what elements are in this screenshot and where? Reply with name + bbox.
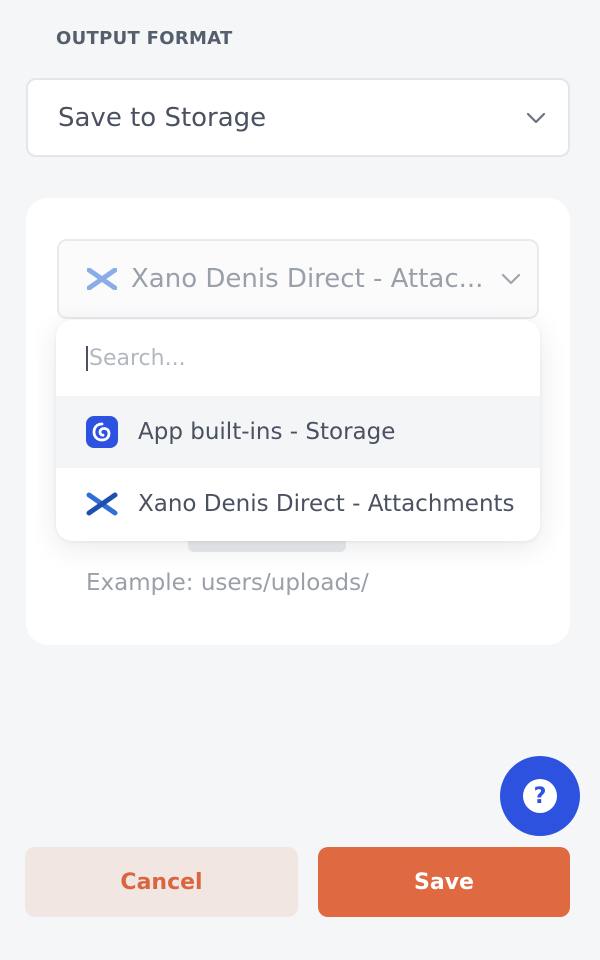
dropdown-option-label: App built-ins - Storage: [138, 419, 396, 445]
storage-select[interactable]: Xano Denis Direct - Attac...: [57, 239, 539, 319]
storage-dropdown-menu: App built-ins - Storage Xano Denis Direc…: [56, 320, 540, 541]
output-format-value: Save to Storage: [58, 102, 267, 133]
dropdown-option-xano[interactable]: Xano Denis Direct - Attachments: [56, 468, 540, 540]
dropdown-option-app-builtins[interactable]: App built-ins - Storage: [56, 396, 540, 468]
chevron-down-icon: [526, 112, 546, 123]
chevron-down-icon: [501, 273, 521, 285]
output-format-select[interactable]: Save to Storage: [26, 78, 570, 157]
question-mark-icon: ?: [523, 779, 557, 813]
storage-settings-panel: OUTPUT FORMAT Save to Storage Xano Denis…: [0, 0, 600, 960]
help-button[interactable]: ?: [500, 756, 580, 836]
save-button[interactable]: Save: [318, 847, 570, 917]
xano-icon: [87, 268, 117, 290]
dropdown-option-label: Xano Denis Direct - Attachments: [138, 491, 515, 517]
xano-icon: [86, 488, 118, 520]
app-builtins-icon: [86, 416, 118, 448]
storage-select-value: Xano Denis Direct - Attac...: [131, 264, 484, 294]
path-example-hint: Example: users/uploads/: [86, 570, 369, 596]
dropdown-search: [56, 320, 540, 396]
output-format-label: OUTPUT FORMAT: [56, 28, 233, 49]
cancel-button[interactable]: Cancel: [25, 847, 298, 917]
search-input[interactable]: [86, 345, 506, 371]
